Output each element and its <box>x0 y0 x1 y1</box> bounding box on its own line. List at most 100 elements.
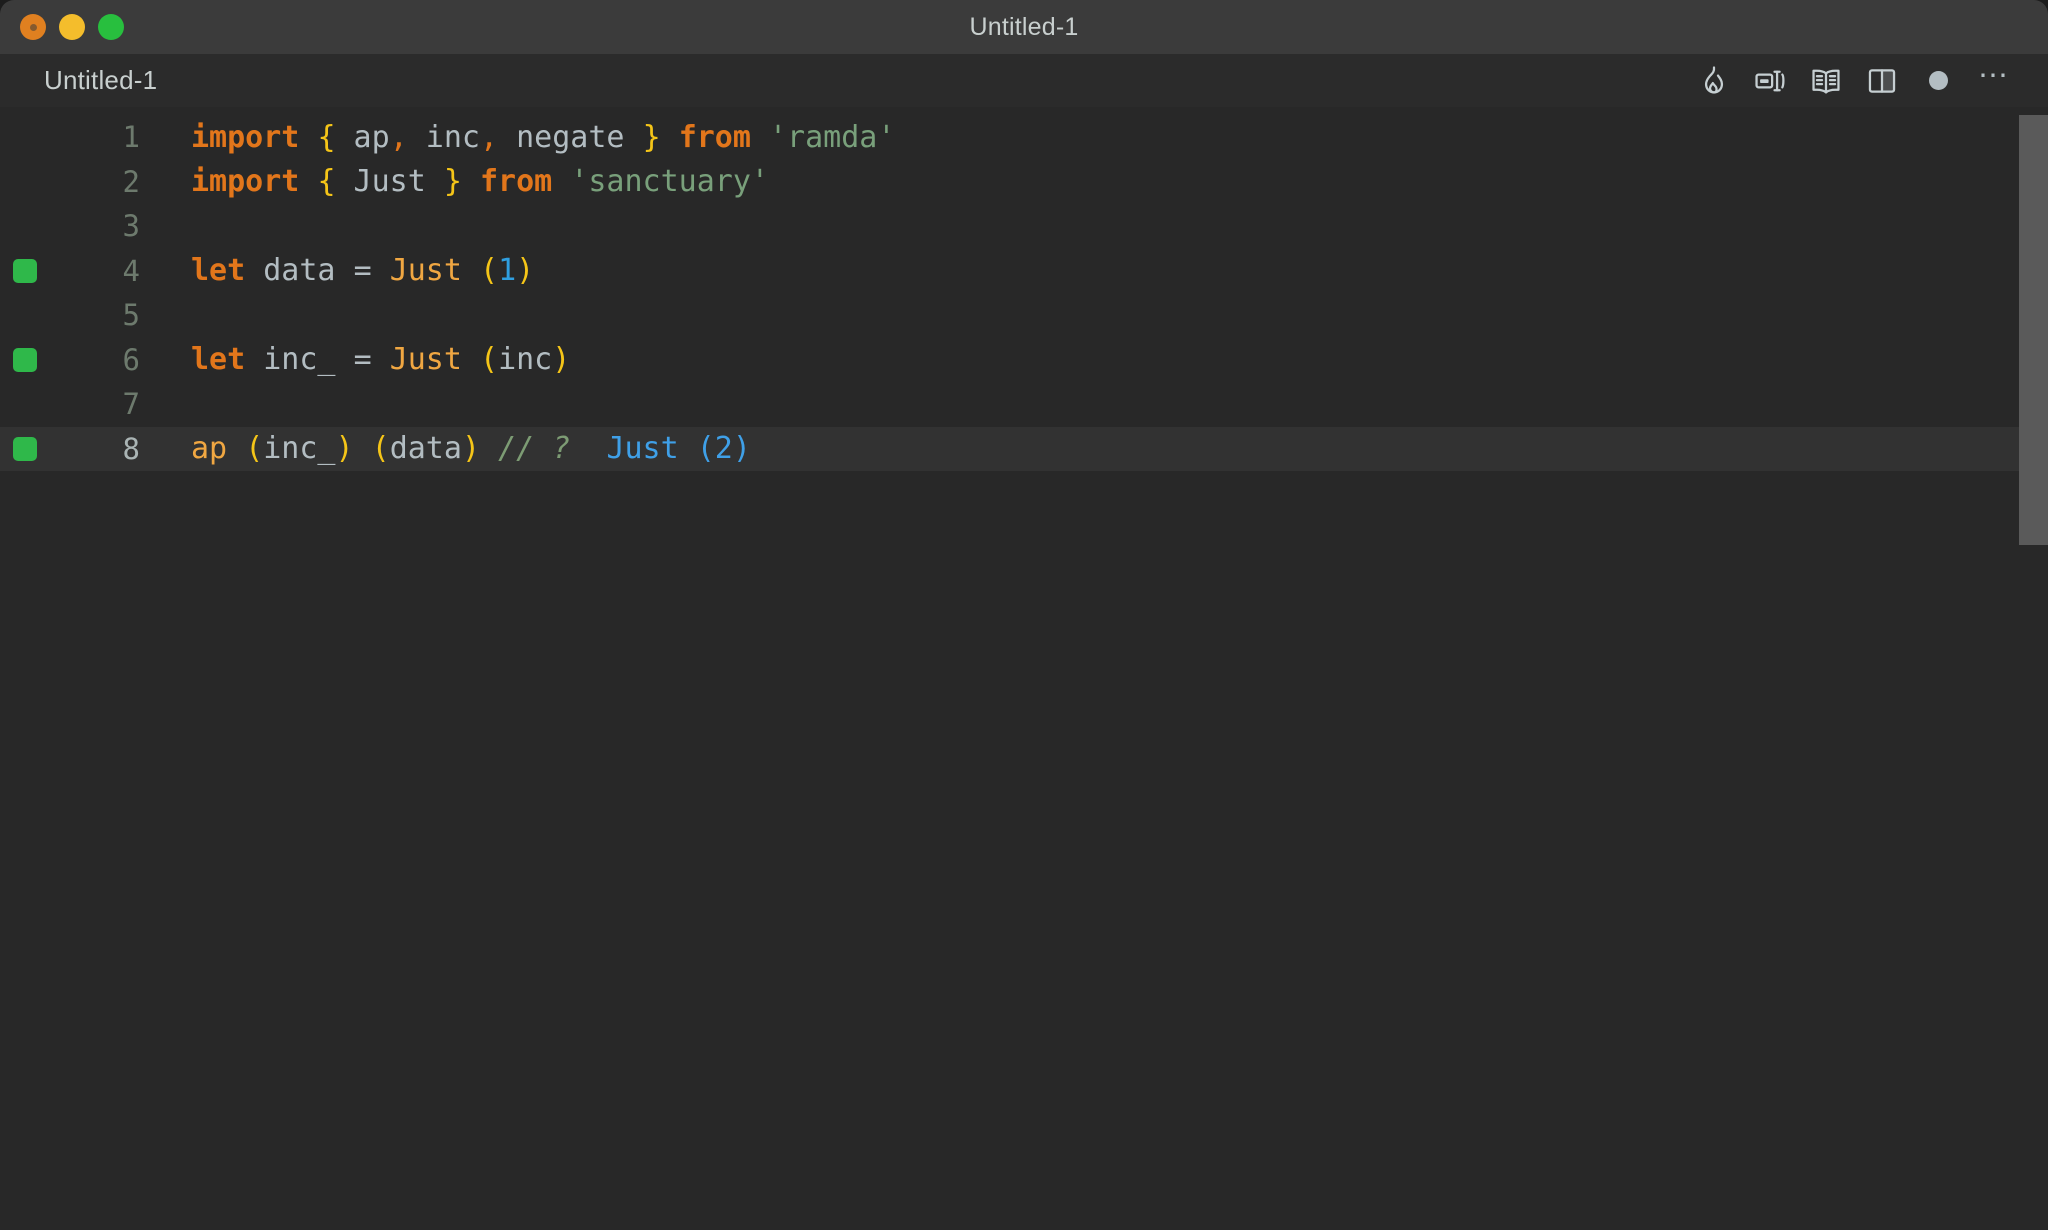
gutter-marker-cell-4[interactable] <box>0 258 62 283</box>
gutter-marker-cell-7[interactable] <box>0 392 62 416</box>
token-kw: from <box>678 119 751 155</box>
code-text-1[interactable]: import { ap, inc, negate } from 'ramda' <box>144 120 2048 155</box>
code-line-1[interactable]: 1 import { ap, inc, negate } from 'ramda' <box>0 115 2048 160</box>
token-comment: // ? <box>498 431 571 467</box>
code-text-2[interactable]: import { Just } from 'sanctuary' <box>144 164 2048 199</box>
code-line-6[interactable]: 6 let inc_ = Just (inc) <box>0 338 2048 383</box>
token-comma: , <box>389 119 408 155</box>
close-button[interactable] <box>20 14 46 40</box>
token-op <box>372 342 390 377</box>
token-ident: inc <box>498 342 553 378</box>
token-kw: from <box>480 164 553 200</box>
token-punc: { <box>317 164 336 200</box>
window-controls <box>20 0 124 54</box>
token-ident: data <box>245 253 354 289</box>
status-dot-icon[interactable] <box>1910 58 1966 104</box>
token-num: 1 <box>498 253 517 289</box>
rename-icon[interactable] <box>1742 58 1798 104</box>
gutter-marker-cell-1[interactable] <box>0 125 62 149</box>
line-number-6: 6 <box>122 342 140 377</box>
line-number-8: 8 <box>122 431 140 466</box>
token-op: = <box>353 342 372 378</box>
token-op <box>462 164 480 199</box>
line-number-7: 7 <box>122 387 140 422</box>
code-text-6[interactable]: let inc_ = Just (inc) <box>144 342 2048 377</box>
token-str: 'sanctuary' <box>570 164 769 200</box>
token-op <box>372 253 390 288</box>
token-comma: , <box>480 119 499 155</box>
token-fn: ap <box>191 431 228 467</box>
gutter-marker-cell-2[interactable] <box>0 170 62 194</box>
line-number-3: 3 <box>122 209 140 244</box>
book-icon[interactable] <box>1798 58 1854 104</box>
breakpoint-marker-icon[interactable] <box>13 436 37 461</box>
token-punc: ) <box>552 342 571 378</box>
token-ident: data <box>389 431 462 467</box>
token-ctor: Just <box>389 253 462 289</box>
token-op <box>661 120 679 155</box>
token-kw: import <box>191 164 300 200</box>
token-str: 'ramda' <box>769 119 896 155</box>
minimize-button[interactable] <box>59 14 85 40</box>
gutter-marker-cell-5[interactable] <box>0 303 62 327</box>
code-line-5[interactable]: 5 <box>0 293 2048 338</box>
token-punc: ) <box>461 431 480 467</box>
scrollbar-thumb[interactable] <box>2019 115 2048 545</box>
editor-window: Untitled-1 Untitled-1 ⋯ 1 import {ap, i… <box>0 0 2048 1230</box>
flame-icon[interactable] <box>1686 58 1742 104</box>
split-editor-icon[interactable] <box>1854 58 1910 104</box>
code-editor[interactable]: 1 import { ap, inc, negate } from 'ramda'… <box>0 107 2048 1230</box>
token-kw: let <box>191 342 246 378</box>
breakpoint-marker-icon[interactable] <box>13 347 37 372</box>
window-titlebar: Untitled-1 <box>0 0 2048 54</box>
token-punc: } <box>443 164 462 200</box>
token-op <box>354 431 372 466</box>
ellipsis-glyph: ⋯ <box>1978 58 2010 92</box>
unsaved-dot <box>1928 71 1948 90</box>
token-ident: inc_ <box>245 342 354 378</box>
token-op <box>299 164 317 199</box>
more-actions-icon[interactable]: ⋯ <box>1966 58 2022 104</box>
token-ctor: Just <box>389 342 462 378</box>
token-kw: let <box>191 253 246 289</box>
token-punc: ( <box>480 342 499 378</box>
token-kw: import <box>191 119 300 155</box>
token-op: = <box>353 253 372 289</box>
token-punc: { <box>317 119 336 155</box>
line-number-5: 5 <box>122 298 140 333</box>
code-line-8[interactable]: 8 ap (inc_) (data) // ? Just (2) <box>0 426 2048 471</box>
token-punc: ( <box>371 431 390 467</box>
token-op <box>570 431 606 466</box>
window-title: Untitled-1 <box>969 12 1079 41</box>
breakpoint-marker-icon[interactable] <box>13 258 37 283</box>
token-ident: Just <box>335 164 444 200</box>
code-line-2[interactable]: 2 import { Just } from 'sanctuary' <box>0 160 2048 205</box>
gutter-marker-cell-8[interactable] <box>0 436 62 461</box>
code-lines: 1 import { ap, inc, negate } from 'ramda'… <box>0 107 2048 471</box>
tab-untitled-1[interactable]: Untitled-1 <box>44 65 157 96</box>
code-text-4[interactable]: let data = Just (1) <box>144 253 2048 288</box>
token-op <box>227 431 245 466</box>
token-punc: ( <box>245 431 264 467</box>
code-line-7[interactable]: 7 <box>0 382 2048 427</box>
token-ident: inc_ <box>263 431 336 467</box>
token-op <box>751 120 769 155</box>
zoom-button[interactable] <box>98 14 124 40</box>
token-punc: ) <box>335 431 354 467</box>
code-text-8[interactable]: ap (inc_) (data) // ? Just (2) <box>144 431 2048 466</box>
token-op <box>552 164 570 199</box>
code-line-3[interactable]: 3 <box>0 204 2048 249</box>
code-line-4[interactable]: 4 let data = Just (1) <box>0 249 2048 294</box>
token-ident: ap <box>335 119 390 155</box>
token-op <box>480 431 498 466</box>
gutter-marker-cell-3[interactable] <box>0 214 62 238</box>
line-number-1: 1 <box>122 120 140 155</box>
gutter-marker-cell-6[interactable] <box>0 347 62 372</box>
editor-tabbar: Untitled-1 ⋯ <box>0 54 2048 107</box>
token-result: Just (2) <box>606 431 751 467</box>
line-number-2: 2 <box>122 164 140 199</box>
vertical-scrollbar[interactable] <box>2019 107 2048 1230</box>
token-op <box>462 342 480 377</box>
token-ident: negate <box>498 119 643 155</box>
token-punc: } <box>642 119 661 155</box>
